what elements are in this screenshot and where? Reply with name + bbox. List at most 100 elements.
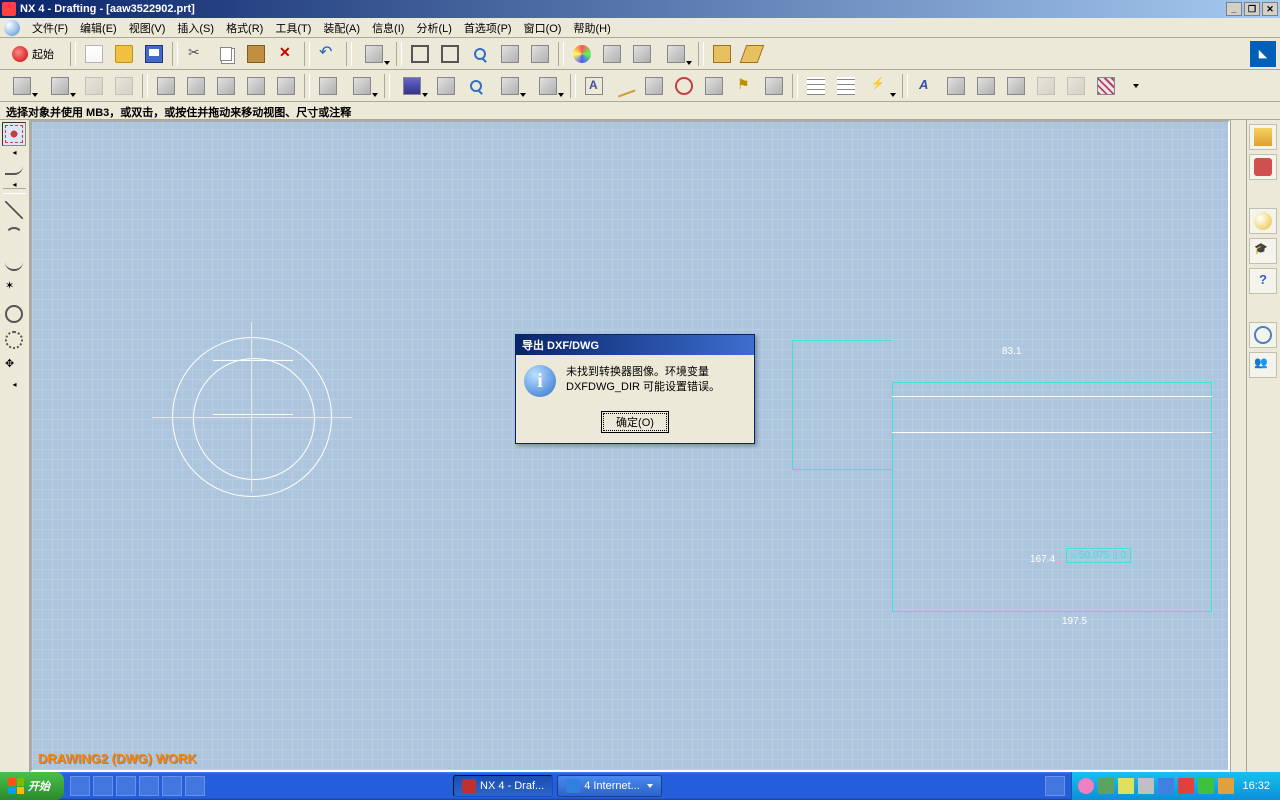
menu-preferences[interactable]: 首选项(P) [458,18,518,38]
dim5-button[interactable] [530,73,566,99]
menu-assembly[interactable]: 装配(A) [317,18,366,38]
ruler2-button[interactable] [738,41,766,67]
menu-info[interactable]: 信息(I) [366,18,410,38]
ml-1[interactable] [1045,776,1065,796]
nav-part-button[interactable] [1249,154,1277,180]
arc-tool-button[interactable] [2,224,26,248]
note-button[interactable] [580,73,608,99]
tray-icon-2[interactable] [1098,778,1114,794]
tray-icon-5[interactable] [1158,778,1174,794]
ql-3[interactable] [116,776,136,796]
tray-icon-7[interactable] [1198,778,1214,794]
ql-4[interactable] [139,776,159,796]
menu-view[interactable]: 视图(V) [123,18,172,38]
close-button[interactable]: ✕ [1262,2,1278,16]
start-menu-button[interactable]: 开始 [0,772,64,800]
ql-1[interactable] [70,776,90,796]
dim-edit-box[interactable]: ▵ 50.075 ▯ 0 [1066,548,1131,563]
edit5-button[interactable] [1062,73,1090,99]
tray-icon-3[interactable] [1118,778,1134,794]
measure-button[interactable] [708,41,736,67]
menu-tools[interactable]: 工具(T) [269,18,317,38]
tray-icon-1[interactable] [1078,778,1094,794]
layer-button[interactable] [598,41,626,67]
display-button[interactable] [658,41,694,67]
menu-edit[interactable]: 编辑(E) [74,18,123,38]
curve-tool-button[interactable] [2,154,26,178]
new-button[interactable] [80,41,108,67]
nav-tree-button[interactable] [1249,124,1277,150]
dim2-button[interactable] [432,73,460,99]
wcss-button[interactable] [628,41,656,67]
tray-icon-4[interactable] [1138,778,1154,794]
gdt-button[interactable] [640,73,668,99]
menu-analysis[interactable]: 分析(L) [410,18,457,38]
cut-button[interactable] [182,41,210,67]
nav-help-button[interactable] [1249,268,1277,294]
section4-button[interactable] [242,73,270,99]
tray-icon-8[interactable] [1218,778,1234,794]
table2-button[interactable] [832,73,860,99]
dim3-button[interactable] [462,73,490,99]
section3-button[interactable] [212,73,240,99]
section1-button[interactable] [152,73,180,99]
menu-help[interactable]: 帮助(H) [567,18,616,38]
move-tool-button[interactable]: ✥ [2,354,26,378]
tray-icon-6[interactable] [1178,778,1194,794]
update-button[interactable]: ⚡ [862,73,898,99]
nav-hat-button[interactable]: 🎓 [1249,238,1277,264]
copy-button[interactable] [212,41,240,67]
edit3-button[interactable] [1002,73,1030,99]
dim1-button[interactable] [394,73,430,99]
delete-button[interactable] [272,41,300,67]
label-button[interactable] [610,73,638,99]
section2-button[interactable] [182,73,210,99]
task-ie[interactable]: 4 Internet... [557,775,662,797]
menu-insert[interactable]: 插入(S) [171,18,220,38]
start-button[interactable]: 起始 [4,43,66,65]
nav-ball-button[interactable] [1249,208,1277,234]
font-style-button[interactable] [912,73,940,99]
aux-view-button[interactable] [110,73,138,99]
pan-button[interactable] [526,41,554,67]
dim4-button[interactable] [492,73,528,99]
spline-tool-button[interactable] [2,250,26,274]
menu-format[interactable]: 格式(R) [220,18,269,38]
circle-tool-button[interactable] [2,302,26,326]
circle2-tool-button[interactable] [2,328,26,352]
weld-button[interactable] [760,73,788,99]
datum-button[interactable] [670,73,698,99]
edit2-button[interactable] [972,73,1000,99]
minimize-button[interactable]: _ [1226,2,1242,16]
select-mode-button[interactable] [356,41,392,67]
save-button[interactable] [140,41,168,67]
restore-button[interactable]: ❐ [1244,2,1260,16]
edit4-button[interactable] [1032,73,1060,99]
drawing-canvas[interactable]: 83.1 167.4 197.5 ▵ 50.075 ▯ 0 DRAWING2 (… [30,120,1230,772]
point-tool-button[interactable]: ✶ [2,276,26,300]
zoom-button[interactable] [466,41,494,67]
clock[interactable]: 16:32 [1238,780,1274,792]
ql-6[interactable] [185,776,205,796]
fit-button[interactable] [406,41,434,67]
render-button[interactable] [568,41,596,67]
detail-button[interactable] [344,73,380,99]
balloon-button[interactable] [700,73,728,99]
surface-button[interactable] [730,73,758,99]
vertical-scrollbar[interactable] [1230,120,1246,772]
hatch-button[interactable] [1092,73,1120,99]
section5-button[interactable] [272,73,300,99]
task-nx[interactable]: NX 4 - Draf... [453,775,553,797]
dialog-ok-button[interactable]: 确定(O) [601,411,669,433]
line-tool-button[interactable] [2,198,26,222]
ql-2[interactable] [93,776,113,796]
table1-button[interactable] [802,73,830,99]
proj-view-button[interactable] [80,73,108,99]
open-button[interactable] [110,41,138,67]
paste-button[interactable] [242,41,270,67]
edit1-button[interactable] [942,73,970,99]
snap-point-button[interactable] [2,122,26,146]
break-button[interactable] [314,73,342,99]
nav-roles-button[interactable]: 👥 [1249,352,1277,378]
sheet-button[interactable] [4,73,40,99]
